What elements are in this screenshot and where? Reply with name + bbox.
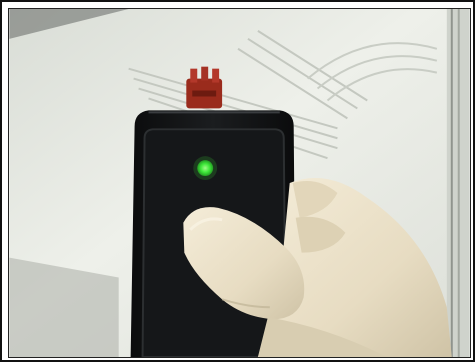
photo-scene	[9, 9, 470, 357]
photo-frame	[0, 0, 475, 362]
red-connector	[186, 66, 223, 109]
photograph	[8, 8, 471, 358]
